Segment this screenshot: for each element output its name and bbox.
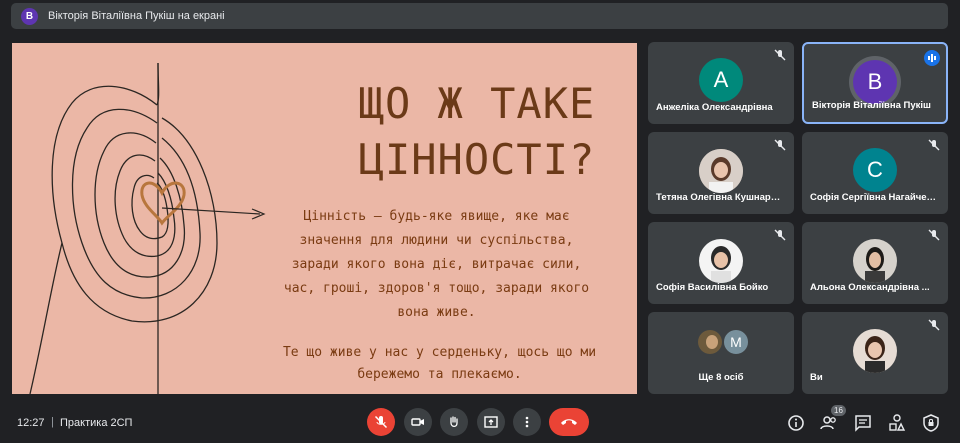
mic-off-icon: [774, 229, 786, 241]
participant-avatar: С: [853, 148, 897, 192]
people-count-badge: 16: [831, 405, 846, 416]
participant-name: Альона Олександрівна ...: [810, 282, 930, 293]
separator: |: [51, 416, 54, 428]
info-icon[interactable]: [787, 414, 805, 432]
mic-off-icon: [374, 415, 388, 429]
speaking-indicator-icon: [924, 50, 940, 66]
participant-tile[interactable]: С Софія Сергіївна Нагайченко: [802, 132, 948, 214]
self-tile[interactable]: Ви: [802, 312, 948, 394]
presenter-avatar: В: [21, 7, 38, 25]
participant-avatar: В: [853, 60, 897, 104]
hand-icon: [450, 416, 458, 428]
leave-call-button[interactable]: [549, 408, 589, 436]
others-tile[interactable]: М Ще 8 осіб: [648, 312, 794, 394]
people-icon: [820, 416, 836, 430]
camera-toggle-button[interactable]: [404, 408, 432, 436]
present-screen-button[interactable]: [477, 408, 505, 436]
people-button[interactable]: 16: [820, 405, 846, 432]
participant-tile[interactable]: Софія Василівна Бойко: [648, 222, 794, 304]
mic-off-icon: [928, 319, 940, 331]
participant-tile-speaking[interactable]: В Вікторія Віталіївна Пукіш: [802, 42, 948, 124]
mic-toggle-button[interactable]: [367, 408, 395, 436]
chat-icon[interactable]: [854, 414, 872, 432]
control-bar: 12:27 | Практика 2СП 16: [0, 404, 960, 443]
meeting-name: Практика 2СП: [60, 417, 133, 429]
slide-note: Те що живе у нас у серденьку, щось що ми…: [282, 345, 597, 382]
participant-photo: [853, 239, 897, 283]
participant-name: Вікторія Віталіївна Пукіш: [812, 100, 931, 111]
more-options-button[interactable]: [513, 408, 541, 436]
others-photo: [696, 328, 724, 356]
activities-icon[interactable]: [888, 414, 906, 432]
mic-off-icon: [774, 139, 786, 151]
participant-photo: [699, 239, 743, 283]
present-icon: [484, 416, 498, 428]
participant-name: Тетяна Олегівна Кушнарьова: [656, 192, 786, 203]
slide-definition: Цінність — будь-яке явище, яке має значе…: [283, 209, 590, 320]
participant-tile[interactable]: Тетяна Олегівна Кушнарьова: [648, 132, 794, 214]
call-end-icon: [561, 419, 577, 425]
others-count: Ще 8 осіб: [698, 372, 744, 383]
slide-title: ЩО Ж ТАКЕ ЦІННОСТІ?: [358, 79, 596, 184]
presenting-banner: В Вікторія Віталіївна Пукіш на екрані: [11, 3, 948, 29]
meet-window: В Вікторія Віталіївна Пукіш на екрані ЩО…: [0, 0, 960, 443]
video-camera-icon: [411, 418, 424, 426]
mic-off-icon: [928, 229, 940, 241]
raise-hand-button[interactable]: [440, 408, 468, 436]
presenter-label: Вікторія Віталіївна Пукіш на екрані: [48, 10, 225, 22]
clock: 12:27: [17, 417, 45, 429]
participant-name: Анжеліка Олександрівна: [656, 102, 773, 113]
participant-name: Ви: [810, 372, 823, 383]
mic-off-icon: [928, 139, 940, 151]
participant-tile[interactable]: Альона Олександрівна ...: [802, 222, 948, 304]
target-heart-illustration: [29, 62, 266, 394]
more-vert-icon: [525, 416, 529, 428]
participant-avatar: А: [699, 58, 743, 102]
participant-name: Софія Сергіївна Нагайченко: [810, 192, 940, 203]
host-controls-icon[interactable]: [922, 414, 940, 432]
self-photo: [853, 329, 897, 373]
others-avatar: М: [722, 328, 750, 356]
participant-photo: [699, 149, 743, 193]
shared-screen: ЩО Ж ТАКЕ ЦІННОСТІ? Цінність — будь-яке …: [12, 43, 637, 394]
participant-name: Софія Василівна Бойко: [656, 282, 769, 293]
participant-tile[interactable]: А Анжеліка Олександрівна: [648, 42, 794, 124]
mic-off-icon: [774, 49, 786, 61]
